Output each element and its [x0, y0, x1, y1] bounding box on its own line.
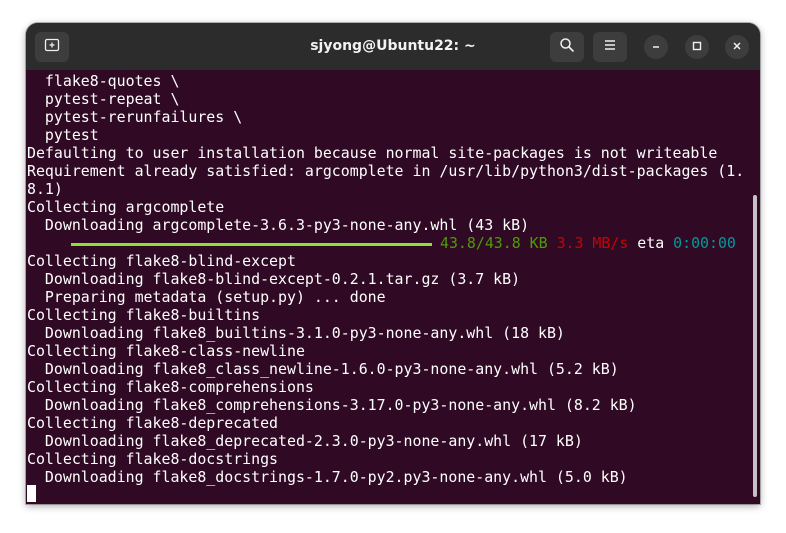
terminal-line: Downloading flake8_deprecated-2.3.0-py3-…: [27, 432, 583, 450]
terminal-line: Downloading flake8_builtins-3.1.0-py3-no…: [27, 324, 565, 342]
terminal-line: Collecting flake8-deprecated: [27, 414, 279, 432]
search-button[interactable]: [550, 32, 584, 62]
title-bar[interactable]: sjyong@Ubuntu22: ~: [26, 23, 760, 70]
download-progress-bar: [71, 243, 432, 246]
terminal-line: Collecting flake8-blind-except: [27, 252, 296, 270]
scrollbar[interactable]: [753, 195, 757, 497]
search-icon: [559, 37, 575, 58]
progress-size: 43.8/43.8 KB: [440, 234, 548, 252]
menu-button[interactable]: [593, 32, 627, 62]
minimize-button[interactable]: [644, 35, 668, 59]
terminal-line: pytest-rerunfailures \: [27, 108, 243, 126]
terminal-line: 8.1): [27, 180, 63, 198]
progress-eta: 0:00:00: [673, 234, 736, 252]
maximize-icon: [692, 38, 702, 56]
terminal-line: Collecting argcomplete: [27, 198, 225, 216]
terminal-line: pytest: [27, 126, 99, 144]
terminal-line: Requirement already satisfied: argcomple…: [27, 162, 745, 180]
close-button[interactable]: [725, 35, 749, 59]
terminal-window: sjyong@Ubuntu22: ~ flake8-quotes \ pytes…: [26, 23, 760, 504]
terminal-line: Downloading flake8-blind-except-0.2.1.ta…: [27, 270, 521, 288]
terminal-line: Downloading flake8_comprehensions-3.17.0…: [27, 396, 637, 414]
progress-eta-label: eta: [637, 234, 665, 252]
minimize-icon: [651, 38, 661, 56]
terminal-line: flake8-quotes \: [27, 72, 180, 90]
terminal-line: Downloading argcomplete-3.6.3-py3-none-a…: [27, 216, 530, 234]
terminal-line: Collecting flake8-builtins: [27, 306, 261, 324]
terminal-line: Defaulting to user installation because …: [27, 144, 718, 162]
text-cursor: [27, 485, 36, 502]
download-progress-fill: [71, 243, 432, 246]
terminal-line: Collecting flake8-class-newline: [27, 342, 305, 360]
download-progress-stats: 43.8/43.8 KB 3.3 MB/s eta 0:00:00: [440, 234, 736, 252]
maximize-button[interactable]: [685, 35, 709, 59]
hamburger-menu-icon: [602, 37, 618, 58]
terminal-line: Downloading flake8_class_newline-1.6.0-p…: [27, 360, 619, 378]
terminal-line: Preparing metadata (setup.py) ... done: [27, 288, 386, 306]
terminal-line: Collecting flake8-comprehensions: [27, 378, 314, 396]
close-icon: [732, 38, 742, 56]
terminal-line: pytest-repeat \: [27, 90, 180, 108]
terminal-line: Downloading flake8_docstrings-1.7.0-py2.…: [27, 468, 628, 486]
terminal-line: Collecting flake8-docstrings: [27, 450, 279, 468]
terminal-output[interactable]: flake8-quotes \ pytest-repeat \ pytest-r…: [26, 70, 760, 504]
progress-speed: 3.3 MB/s: [556, 234, 629, 252]
